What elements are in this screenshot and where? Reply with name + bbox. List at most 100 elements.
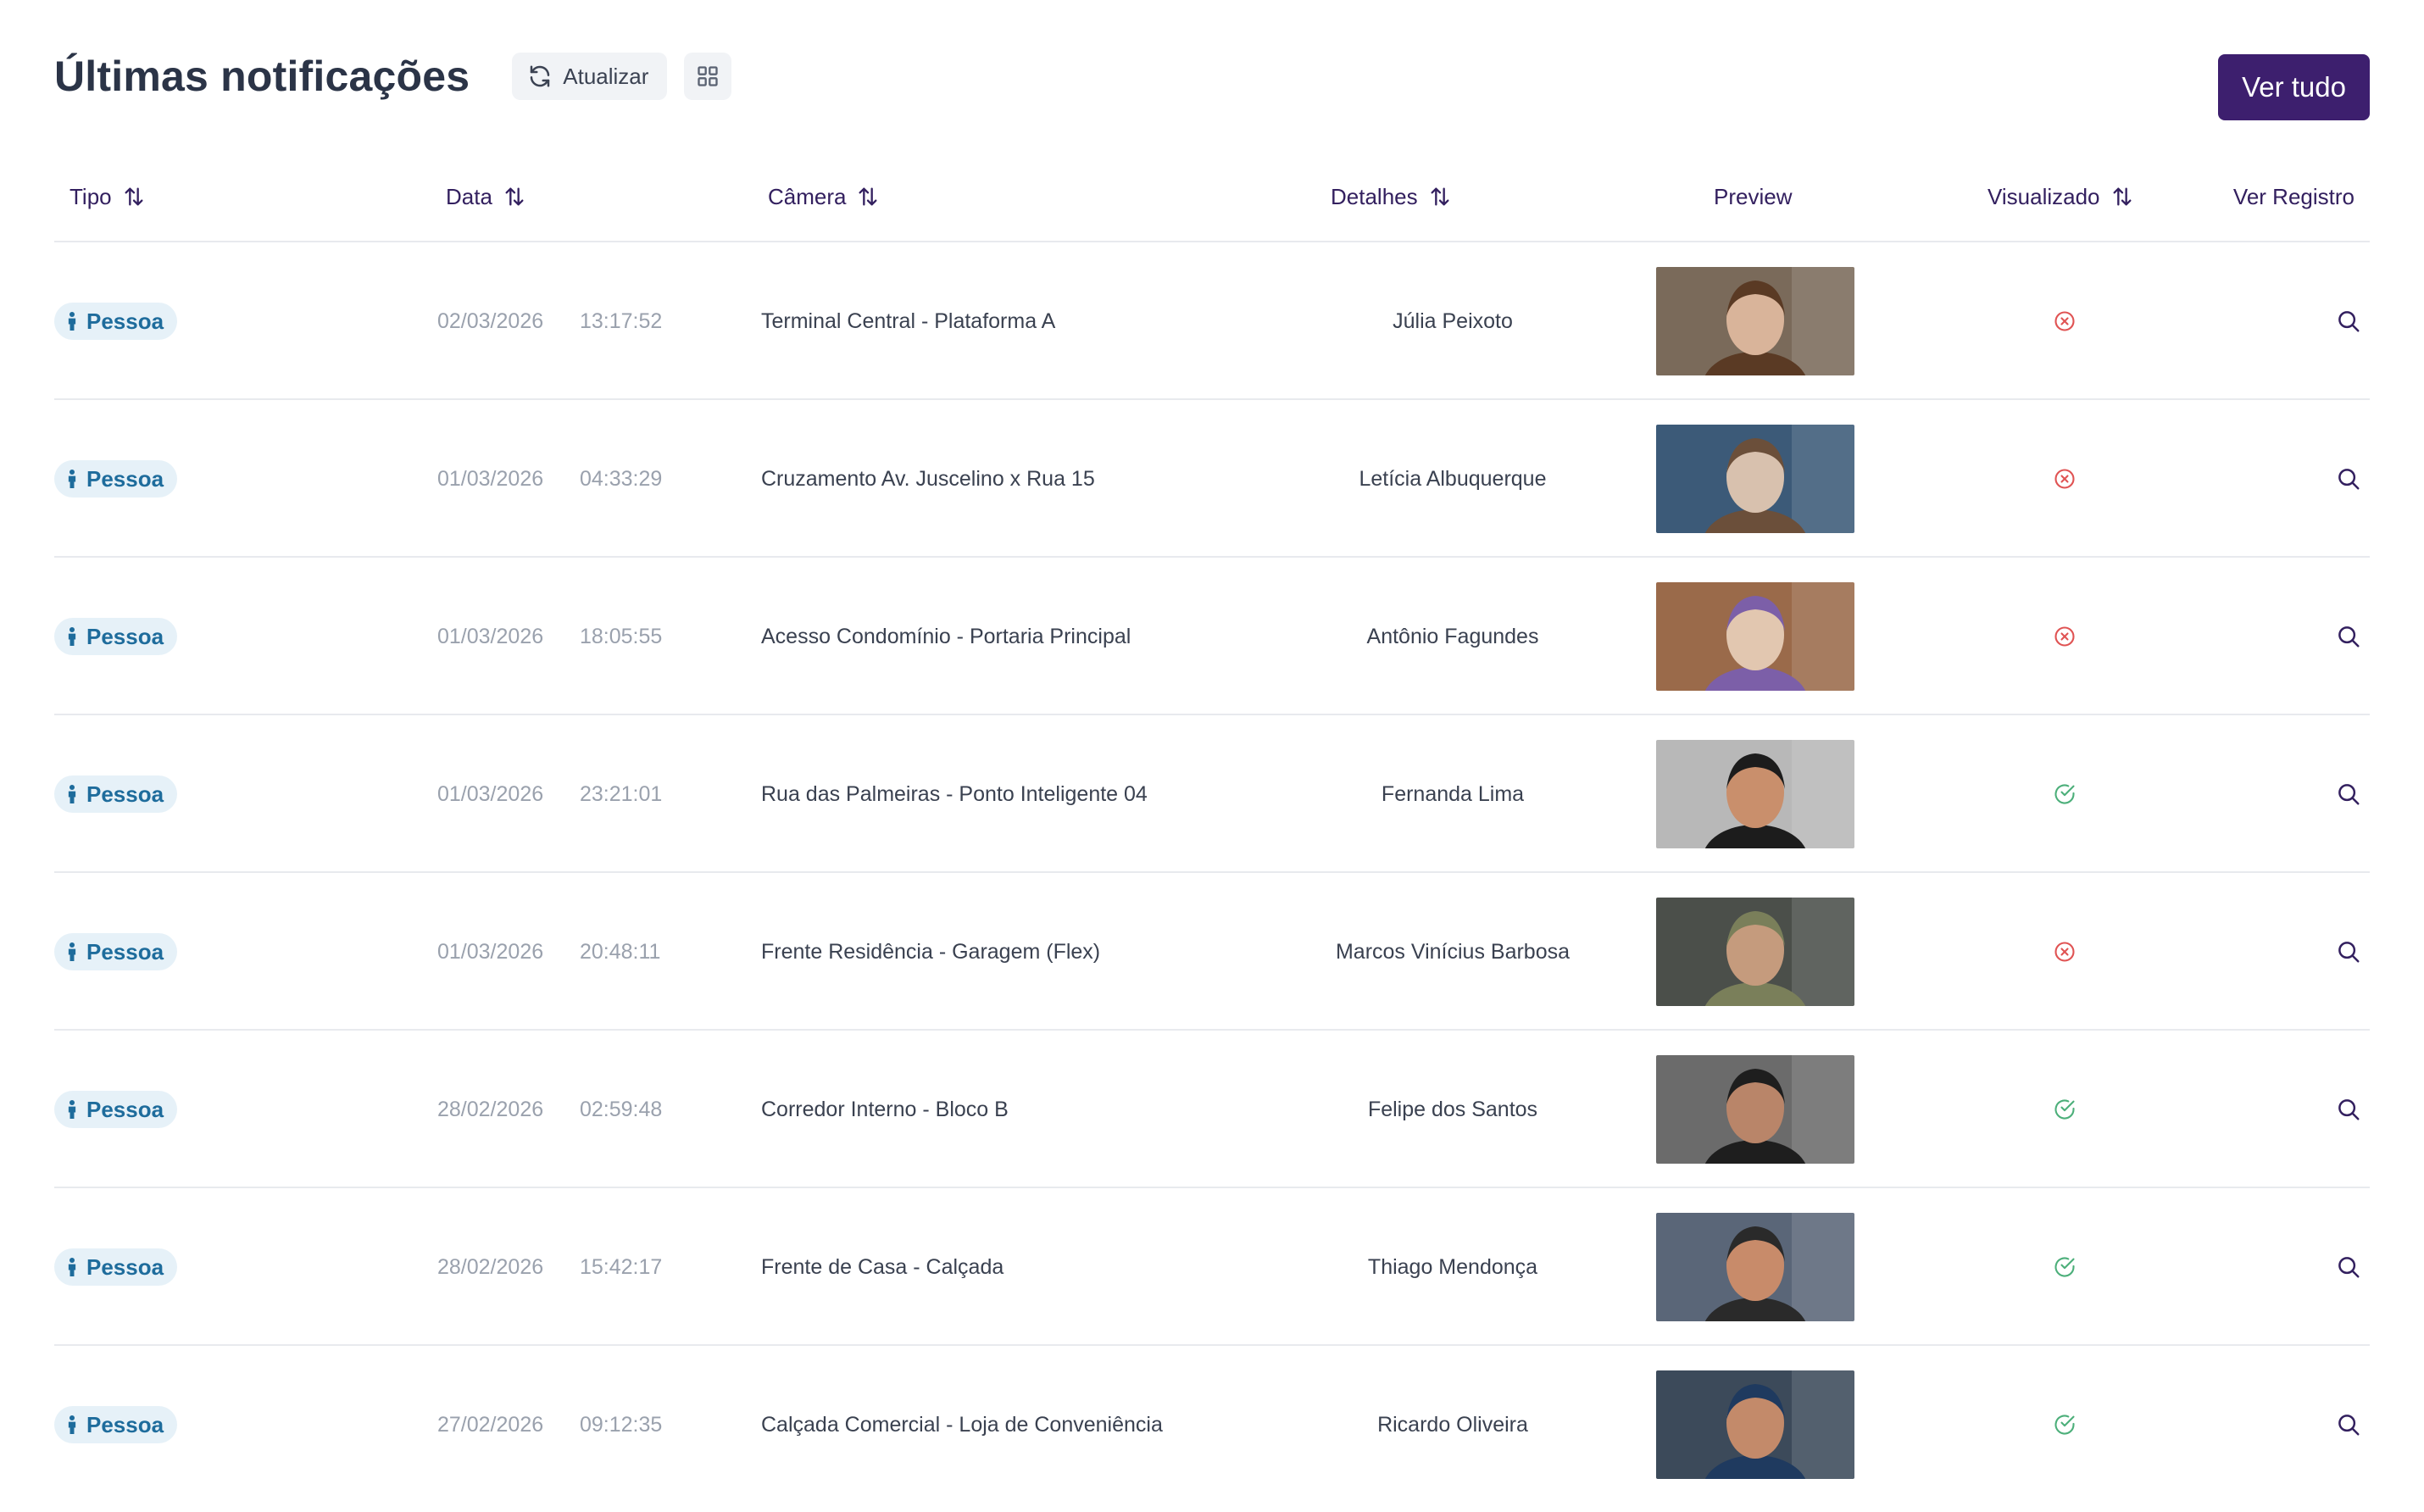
preview-thumbnail[interactable] xyxy=(1656,1055,1854,1164)
table-row[interactable]: Pessoa 28/02/2026 02:59:48 Corredor Inte… xyxy=(54,1031,2370,1188)
camera-cell: Frente de Casa - Calçada xyxy=(761,1254,1004,1279)
type-badge: Pessoa xyxy=(54,933,178,970)
preview-cell xyxy=(1656,1346,1854,1504)
column-label: Tipo xyxy=(69,183,112,209)
sort-icon xyxy=(125,187,143,206)
time-cell: 04:33:29 xyxy=(580,466,663,491)
face-image xyxy=(1656,1213,1854,1321)
details-cell: Ricardo Oliveira xyxy=(1377,1412,1528,1437)
time-cell: 09:12:35 xyxy=(580,1412,663,1437)
column-header-ver-registro: Ver Registro xyxy=(2233,153,2355,241)
details-cell: Thiago Mendonça xyxy=(1367,1254,1538,1279)
face-image xyxy=(1656,267,1854,375)
table-row[interactable]: Pessoa 27/02/2026 09:12:35 Calçada Comer… xyxy=(54,1346,2370,1504)
type-label: Pessoa xyxy=(86,308,164,334)
tipo-cell: Pessoa xyxy=(54,1188,178,1346)
details-cell: Letícia Albuquerque xyxy=(1359,466,1547,491)
tipo-cell: Pessoa xyxy=(54,558,178,715)
table-row[interactable]: Pessoa 01/03/2026 18:05:55 Acesso Condom… xyxy=(54,558,2370,715)
preview-thumbnail[interactable] xyxy=(1656,898,1854,1006)
view-all-button[interactable]: Ver tudo xyxy=(2218,54,2370,120)
viewed-cell xyxy=(2053,873,2077,1031)
details-cell: Júlia Peixoto xyxy=(1393,309,1513,333)
preview-cell xyxy=(1656,1188,1854,1346)
face-image xyxy=(1656,898,1854,1006)
grid-icon xyxy=(698,66,719,86)
details-cell: Fernanda Lima xyxy=(1381,781,1525,806)
table-row[interactable]: Pessoa 01/03/2026 04:33:29 Cruzamento Av… xyxy=(54,400,2370,558)
search-icon[interactable] xyxy=(2336,1412,2361,1437)
view-record-cell xyxy=(2336,400,2361,558)
preview-thumbnail[interactable] xyxy=(1656,582,1854,691)
date-cell: 01/03/2026 xyxy=(437,781,544,806)
column-header-data[interactable]: Data xyxy=(446,153,526,241)
search-icon[interactable] xyxy=(2336,309,2361,334)
view-record-cell xyxy=(2336,242,2361,400)
camera-cell: Corredor Interno - Bloco B xyxy=(761,1097,1009,1121)
check-circle-icon xyxy=(2054,1415,2075,1435)
x-circle-icon xyxy=(2054,626,2075,647)
time-cell: 18:05:55 xyxy=(580,624,663,648)
tipo-cell: Pessoa xyxy=(54,1346,178,1504)
preview-thumbnail[interactable] xyxy=(1656,425,1854,533)
column-header-detalhes[interactable]: Detalhes xyxy=(1331,153,1452,241)
face-image xyxy=(1656,1370,1854,1479)
date-cell: 02/03/2026 xyxy=(437,309,544,333)
camera-cell: Acesso Condomínio - Portaria Principal xyxy=(761,624,1131,648)
table-row[interactable]: Pessoa 01/03/2026 23:21:01 Rua das Palme… xyxy=(54,715,2370,873)
search-icon[interactable] xyxy=(2336,1254,2361,1280)
search-icon[interactable] xyxy=(2336,1097,2361,1122)
viewed-cell xyxy=(2053,558,2077,715)
column-label: Preview xyxy=(1714,183,1793,209)
table-row[interactable]: Pessoa 28/02/2026 15:42:17 Frente de Cas… xyxy=(54,1188,2370,1346)
notifications-table: Tipo Data Câmera Detalhes Preview Visual… xyxy=(54,153,2370,1504)
table-row[interactable]: Pessoa 01/03/2026 20:48:11 Frente Residê… xyxy=(54,873,2370,1031)
preview-thumbnail[interactable] xyxy=(1656,1370,1854,1479)
check-circle-icon xyxy=(2054,1099,2075,1120)
preview-cell xyxy=(1656,400,1854,558)
search-icon[interactable] xyxy=(2336,939,2361,964)
time-cell: 13:17:52 xyxy=(580,309,663,333)
date-cell: 01/03/2026 xyxy=(437,939,544,964)
search-icon[interactable] xyxy=(2336,781,2361,807)
preview-cell xyxy=(1656,715,1854,873)
time-cell: 20:48:11 xyxy=(580,939,661,964)
preview-cell xyxy=(1656,242,1854,400)
view-record-cell xyxy=(2336,1031,2361,1188)
search-icon[interactable] xyxy=(2336,466,2361,492)
view-record-cell xyxy=(2336,558,2361,715)
time-cell: 02:59:48 xyxy=(580,1097,663,1121)
column-header-camera[interactable]: Câmera xyxy=(768,153,880,241)
preview-thumbnail[interactable] xyxy=(1656,1213,1854,1321)
type-label: Pessoa xyxy=(86,623,164,649)
table-row[interactable]: Pessoa 02/03/2026 13:17:52 Terminal Cent… xyxy=(54,242,2370,400)
preview-thumbnail[interactable] xyxy=(1656,267,1854,375)
type-badge: Pessoa xyxy=(54,303,178,340)
viewed-cell xyxy=(2053,1346,2077,1504)
date-cell: 27/02/2026 xyxy=(437,1412,544,1437)
view-record-cell xyxy=(2336,1346,2361,1504)
type-badge: Pessoa xyxy=(54,1248,178,1286)
tipo-cell: Pessoa xyxy=(54,873,178,1031)
sort-icon xyxy=(859,187,877,206)
grid-view-button[interactable] xyxy=(684,53,732,100)
type-badge: Pessoa xyxy=(54,1091,178,1128)
search-icon[interactable] xyxy=(2336,624,2361,649)
x-circle-icon xyxy=(2054,311,2075,331)
column-header-tipo[interactable]: Tipo xyxy=(69,153,146,241)
check-circle-icon xyxy=(2054,1257,2075,1277)
camera-cell: Frente Residência - Garagem (Flex) xyxy=(761,939,1101,964)
preview-cell xyxy=(1656,873,1854,1031)
refresh-icon xyxy=(531,65,550,87)
person-icon xyxy=(68,627,76,646)
type-badge: Pessoa xyxy=(54,618,178,655)
viewed-cell xyxy=(2053,242,2077,400)
details-cell: Marcos Vinícius Barbosa xyxy=(1335,939,1571,964)
refresh-button[interactable]: Atualizar xyxy=(512,53,668,100)
page-title: Últimas notificações xyxy=(54,53,470,100)
table-body: Pessoa 02/03/2026 13:17:52 Terminal Cent… xyxy=(54,242,2370,1504)
preview-thumbnail[interactable] xyxy=(1656,740,1854,848)
person-icon xyxy=(68,785,76,803)
viewed-cell xyxy=(2053,1188,2077,1346)
column-header-visualizado[interactable]: Visualizado xyxy=(1988,153,2134,241)
